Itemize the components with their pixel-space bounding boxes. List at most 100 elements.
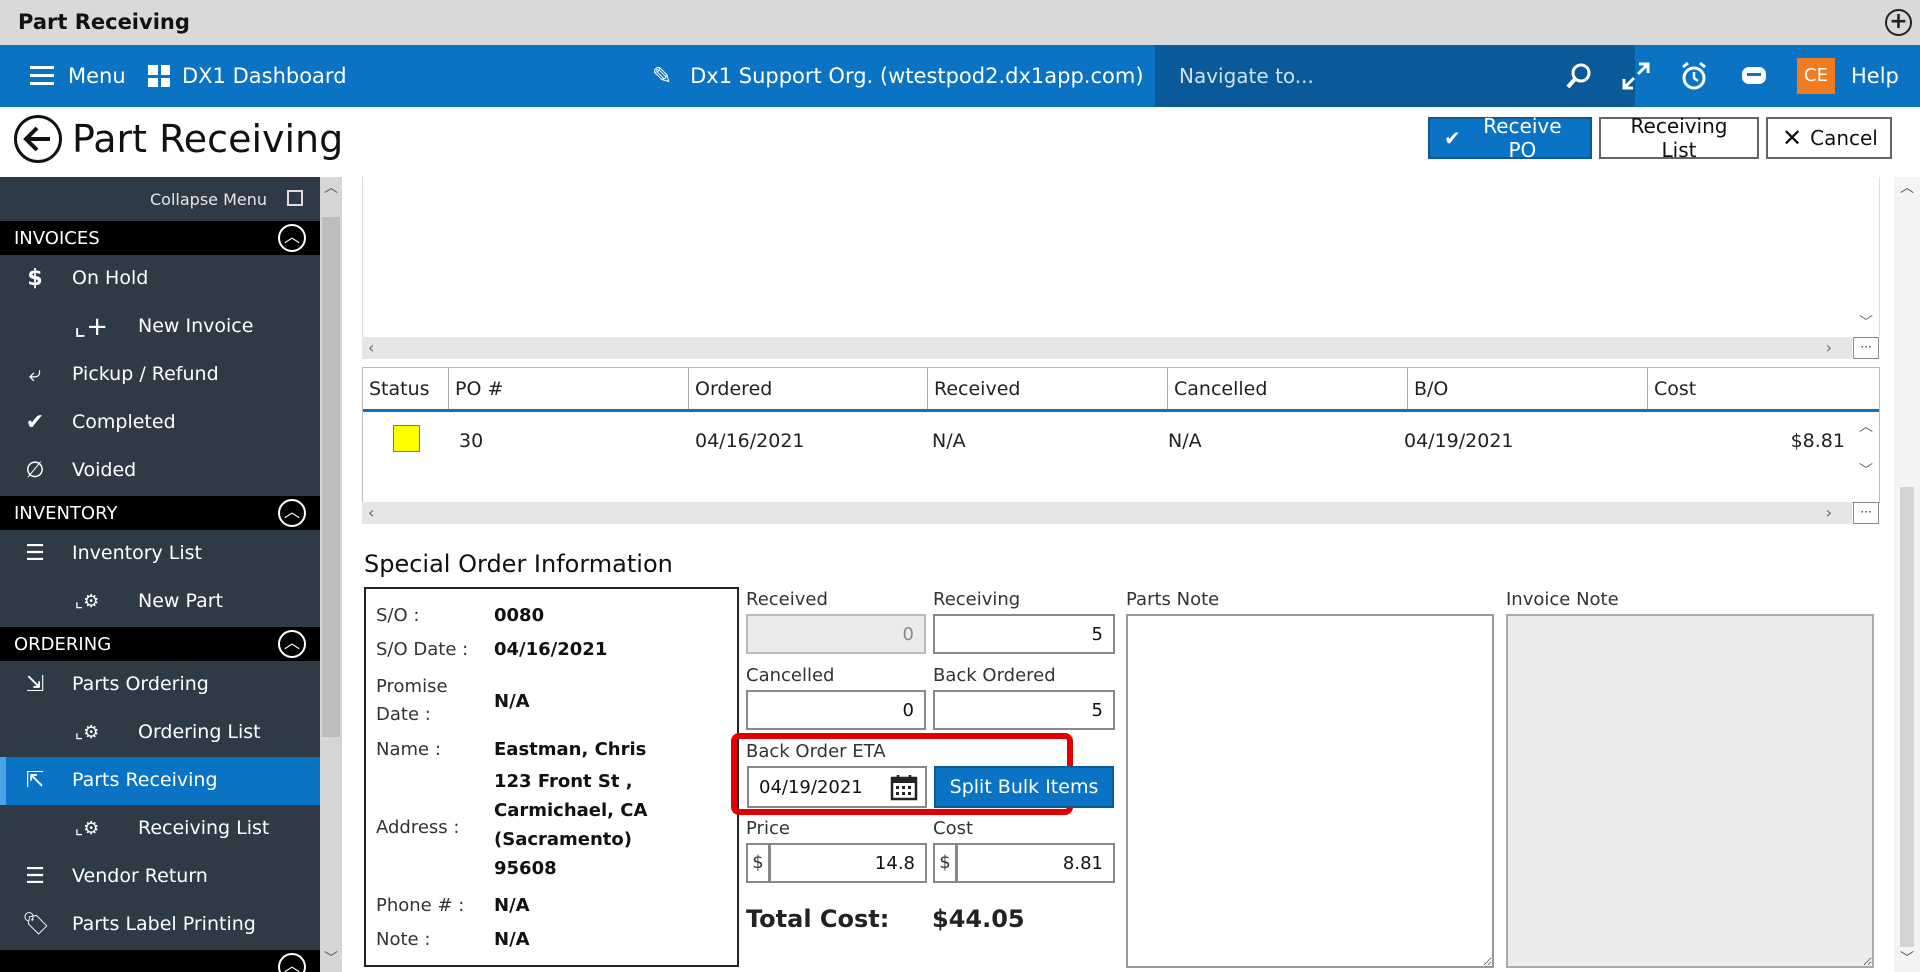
calendar-icon[interactable]	[890, 773, 918, 801]
scroll-up-icon[interactable]: ︿	[324, 177, 338, 197]
column-header[interactable]: Received	[928, 368, 1168, 409]
sidebar-item-pickup-refund[interactable]: ⤶ Pickup / Refund	[0, 351, 320, 399]
navigate-input[interactable]	[1179, 61, 1559, 91]
sidebar-item-vendor-return[interactable]: ☰ Vendor Return	[0, 853, 320, 901]
main-scroll-thumb[interactable]	[1900, 487, 1914, 947]
price-label: Price	[746, 818, 790, 839]
sidebar-item-parts-label-printing[interactable]: 🏷 Parts Label Printing	[0, 901, 320, 949]
search-icon[interactable]	[1565, 62, 1593, 90]
column-header[interactable]: Cost	[1648, 368, 1879, 409]
column-header[interactable]: Status	[363, 368, 449, 409]
split-bulk-items-button[interactable]: Split Bulk Items	[934, 766, 1114, 808]
scroll-up-icon[interactable]: ︿	[1859, 416, 1873, 436]
chevron-left-icon[interactable]: ‹	[368, 502, 374, 524]
section-ordering[interactable]: ORDERING ︿	[0, 627, 320, 661]
dashboard-link[interactable]: DX1 Dashboard	[148, 45, 347, 107]
table-hscrollbar[interactable]: ‹ ›	[362, 502, 1852, 524]
sidebar-item-parts-ordering[interactable]: ⇲ Parts Ordering	[0, 661, 320, 709]
sidebar-item-label: Parts Ordering	[72, 673, 209, 695]
sidebar-item-voided[interactable]: ∅ Voided	[0, 447, 320, 495]
page-header: Part Receiving ✔ Receive PO Receiving Li…	[0, 107, 1920, 177]
sidebar-item-completed[interactable]: ✔ Completed	[0, 399, 320, 447]
user-avatar[interactable]: CE	[1797, 58, 1835, 94]
main-content: ﹀ ‹ › ··· Status PO # Ordered Received C…	[342, 177, 1894, 972]
scroll-down-icon[interactable]: ﹀	[1900, 948, 1914, 968]
back-button[interactable]	[14, 115, 62, 163]
chevron-left-icon[interactable]: ‹	[368, 337, 374, 359]
field-label: Promise Date :	[376, 676, 448, 725]
address-line: 123 Front St ,	[494, 771, 633, 792]
sidebar-item-label: Inventory List	[72, 542, 203, 564]
field-label: Phone # :	[376, 895, 465, 916]
column-header[interactable]: Ordered	[689, 368, 928, 409]
back-ordered-input[interactable]	[933, 690, 1115, 730]
alarm-clock-icon[interactable]	[1678, 60, 1710, 92]
sidebar-scrollbar[interactable]: ︿ ﹀	[320, 177, 342, 972]
section-inventory[interactable]: INVENTORY ︿	[0, 496, 320, 530]
sidebar-item-inventory-list[interactable]: ☰ Inventory List	[0, 530, 320, 578]
sidebar-item-label: Parts Label Printing	[72, 913, 256, 935]
main-scrollbar[interactable]: ︿ ﹀	[1894, 177, 1920, 972]
void-icon: ∅	[25, 458, 45, 483]
more-icon[interactable]: ···	[1853, 337, 1879, 359]
column-header[interactable]: B/O	[1408, 368, 1648, 409]
po-number: 30	[459, 430, 484, 452]
chevron-right-icon[interactable]: ›	[1826, 337, 1832, 359]
receive-po-label: Receive PO	[1483, 114, 1562, 162]
column-header[interactable]: Cancelled	[1168, 368, 1408, 409]
section-invoices[interactable]: INVOICES ︿	[0, 221, 320, 255]
sidebar-item-new-part[interactable]: ⌞⚙ New Part	[0, 578, 320, 626]
cost-input[interactable]	[956, 843, 1115, 883]
sidebar-item-new-invoice[interactable]: ⌞+ New Invoice	[0, 303, 320, 351]
sidebar-item-label: New Part	[138, 590, 223, 612]
chat-icon[interactable]	[1738, 60, 1770, 92]
chevron-right-icon[interactable]: ›	[1826, 502, 1832, 524]
sidebar-item-on-hold[interactable]: $ On Hold	[0, 255, 320, 303]
special-order-title: Special Order Information	[364, 550, 673, 578]
price-input[interactable]	[769, 843, 927, 883]
dollar-icon: $	[27, 266, 43, 291]
add-circle-icon[interactable]: +	[1885, 9, 1912, 36]
receive-po-button[interactable]: ✔ Receive PO	[1428, 114, 1592, 162]
page-title: Part Receiving	[72, 117, 344, 161]
sidebar-item-receiving-list[interactable]: ⌞⚙ Receiving List	[0, 805, 320, 853]
cancelled-input[interactable]	[746, 690, 926, 730]
pencil-icon: ✎	[652, 62, 673, 90]
sidebar-item-parts-receiving[interactable]: ⇱ Parts Receiving	[0, 757, 320, 805]
section-more[interactable]: ︿	[0, 950, 320, 972]
parts-note-input[interactable]	[1126, 614, 1494, 968]
scroll-down-icon[interactable]: ﹀	[1859, 460, 1873, 480]
invoice-note-label: Invoice Note	[1506, 589, 1619, 610]
list-icon: ☰	[25, 864, 45, 889]
fullscreen-icon[interactable]	[1620, 60, 1652, 92]
org-selector[interactable]: ✎ Dx1 Support Org. (wtestpod2.dx1app.com…	[652, 45, 1144, 107]
address-line: (Sacramento)	[494, 829, 633, 850]
chevron-up-icon: ︿	[278, 953, 306, 972]
cancelled-value: N/A	[1168, 430, 1202, 452]
table-row[interactable]: 30 04/16/2021 N/A N/A 04/19/2021 $8.81 ︿…	[363, 412, 1879, 479]
arrow-left-icon	[23, 126, 50, 152]
scroll-down-icon[interactable]: ﹀	[1859, 312, 1873, 332]
top-hscrollbar[interactable]: ‹ ›	[362, 337, 1852, 359]
sidebar-item-label: New Invoice	[138, 315, 254, 337]
field-label: Name :	[376, 739, 441, 760]
receiving-list-button[interactable]: Receiving List	[1599, 114, 1759, 162]
more-icon[interactable]: ···	[1853, 502, 1879, 524]
menu-button[interactable]: Menu	[30, 45, 126, 107]
help-link[interactable]: Help	[1851, 45, 1899, 107]
scroll-up-icon[interactable]: ︿	[1900, 177, 1914, 197]
column-header[interactable]: PO #	[449, 368, 689, 409]
receiving-input[interactable]	[933, 614, 1115, 654]
scroll-down-icon[interactable]: ﹀	[324, 948, 338, 968]
field-label: S/O :	[376, 605, 420, 626]
sidebar-scroll-thumb[interactable]	[322, 217, 340, 737]
collapse-menu-button[interactable]: Collapse Menu	[0, 177, 320, 221]
receiving-icon: ⇱	[25, 768, 45, 793]
top-pane: ﹀	[362, 177, 1880, 337]
so-date: 04/16/2021	[494, 639, 608, 660]
gear-icon: ⌞⚙	[74, 591, 100, 612]
sidebar-item-ordering-list[interactable]: ⌞⚙ Ordering List	[0, 709, 320, 757]
plus-icon: ⌞+	[74, 312, 108, 342]
cost-label: Cost	[933, 818, 974, 839]
cancel-button[interactable]: ✕ Cancel	[1766, 117, 1892, 159]
